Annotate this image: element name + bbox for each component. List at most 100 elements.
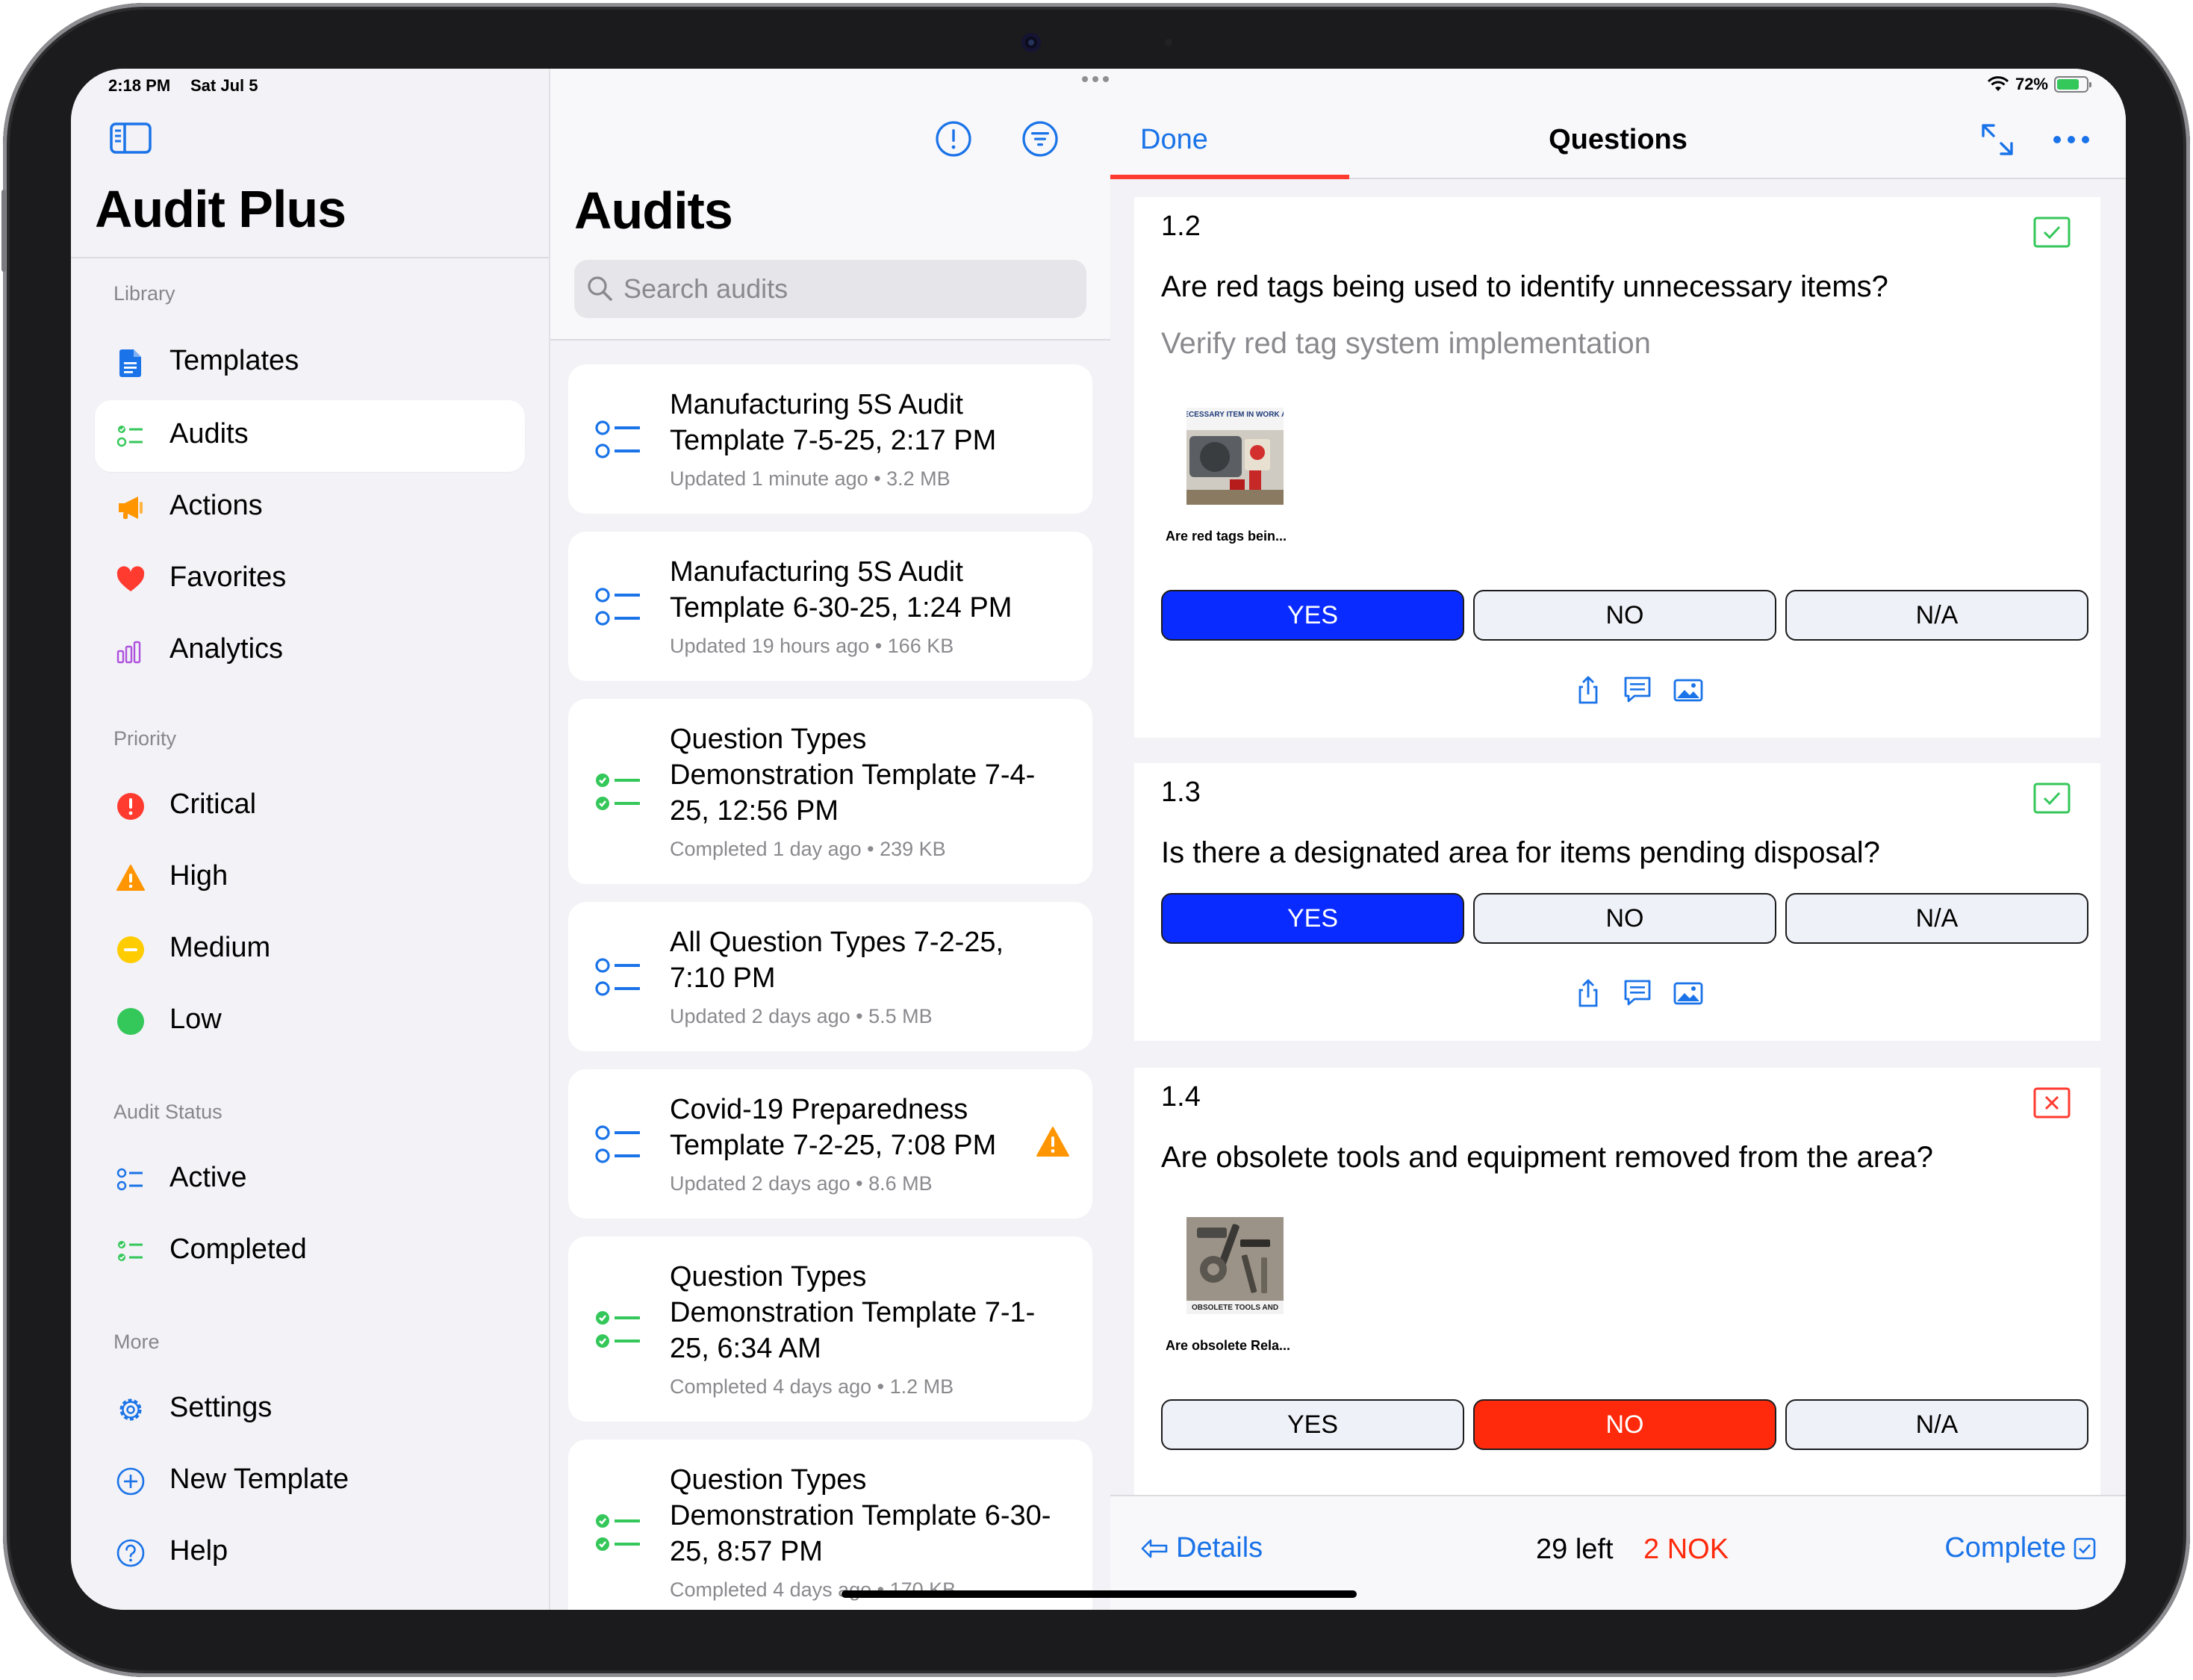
sidebar-item-critical[interactable]: Critical (95, 771, 525, 842)
sidebar-item-label: Settings (169, 1392, 273, 1423)
question-number: 1.3 (1161, 777, 1201, 808)
audit-card[interactable]: Manufacturing 5S Audit Template 7-5-25, … (568, 364, 1092, 514)
image-label: UNNECESSARY ITEM IN WORK AREA (1186, 411, 1284, 419)
sidebar-item-label: Completed (169, 1233, 307, 1265)
question-card: 1.4 Are obsolete tools and equipment rem… (1134, 1068, 2100, 1516)
share-icon[interactable] (1573, 978, 1603, 1008)
audit-card[interactable]: All Question Types 7-2-25, 7:10 PM Updat… (568, 902, 1092, 1051)
front-camera (1021, 33, 1041, 52)
sidebar-item-low[interactable]: Low (95, 986, 525, 1057)
sidebar-item-label: Low (169, 1004, 222, 1035)
sidebar-item-analytics[interactable]: Analytics (95, 615, 525, 687)
page-title: Questions (1549, 124, 1687, 155)
divider (550, 339, 1110, 340)
answer-yes-button[interactable]: YES (1161, 1399, 1464, 1450)
comment-icon[interactable] (1623, 675, 1652, 705)
audit-title: Question Types Demonstration Template 6-… (670, 1464, 1051, 1567)
audit-card[interactable]: Question Types Demonstration Template 6-… (568, 1440, 1092, 1610)
search-bar[interactable] (574, 260, 1086, 318)
sidebar-item-label: Critical (169, 788, 257, 820)
list-header: Audits (550, 69, 1146, 339)
sidebar-item-new-template[interactable]: New Template (95, 1446, 525, 1517)
circle-icon (117, 1008, 144, 1035)
audit-card[interactable]: Manufacturing 5S Audit Template 6-30-25,… (568, 532, 1092, 681)
home-indicator (842, 1590, 1357, 1598)
exclamation-circle-icon[interactable] (933, 118, 974, 160)
checklist-done-icon (596, 1311, 640, 1348)
sidebar-item-label: Actions (169, 490, 263, 521)
question-circle-icon (116, 1539, 145, 1567)
sidebar-item-high[interactable]: High (95, 842, 525, 914)
audit-card[interactable]: Question Types Demonstration Template 7-… (568, 1236, 1092, 1422)
answer-no-button[interactable]: NO (1473, 893, 1776, 944)
section-label-library: Library (113, 282, 175, 305)
answer-na-button[interactable]: N/A (1785, 590, 2088, 641)
sidebar-item-active[interactable]: Active (95, 1144, 525, 1216)
answer-no-button[interactable]: NO (1473, 1399, 1776, 1450)
answer-yes-button[interactable]: YES (1161, 893, 1464, 944)
sidebar-item-completed[interactable]: Completed (95, 1216, 525, 1287)
sidebar-toggle-icon[interactable] (110, 122, 152, 154)
search-input[interactable] (623, 260, 1071, 318)
sidebar-item-label: Active (169, 1162, 247, 1193)
sidebar-item-audits[interactable]: Audits (95, 400, 525, 472)
sidebar-item-settings[interactable]: Settings (95, 1374, 525, 1446)
audit-card[interactable]: Covid-19 Preparedness Template 7-2-25, 7… (568, 1069, 1092, 1219)
minus-circle-icon (117, 936, 144, 963)
search-icon (588, 276, 612, 301)
exclamation-circle-icon (117, 793, 144, 820)
more-icon[interactable] (2053, 134, 2090, 145)
filter-icon[interactable] (1019, 118, 1061, 160)
status-indicators: 72% (1987, 75, 2091, 94)
checklist-done-icon (596, 1514, 640, 1551)
progress-bar (1110, 175, 1349, 179)
sidebar-item-label: Help (169, 1535, 228, 1567)
sidebar-item-templates[interactable]: Templates (95, 327, 525, 399)
share-icon[interactable] (1573, 675, 1603, 705)
details-button[interactable]: Details (1140, 1532, 1263, 1564)
checkbox-icon (2074, 1537, 2096, 1559)
question-image[interactable]: UNNECESSARY ITEM IN WORK AREA (1186, 408, 1284, 505)
section-label-priority: Priority (113, 727, 177, 750)
gear-icon (119, 1399, 142, 1421)
question-text: Is there a designated area for items pen… (1161, 836, 1880, 869)
section-label-status: Audit Status (113, 1101, 223, 1123)
sidebar-item-label: New Template (169, 1463, 349, 1495)
expand-icon[interactable] (1979, 121, 2016, 158)
sidebar-item-actions[interactable]: Actions (95, 472, 525, 544)
status-date: Sat Jul 5 (190, 76, 258, 95)
audit-title: Manufacturing 5S Audit Template 7-5-25, … (670, 389, 997, 456)
photo-icon[interactable] (1673, 675, 1703, 705)
audit-title: All Question Types 7-2-25, 7:10 PM (670, 927, 1004, 994)
sidebar-item-medium[interactable]: Medium (95, 914, 525, 986)
question-card: 1.3 Is there a designated area for items… (1134, 763, 2100, 1041)
question-text: Are red tags being used to identify unne… (1161, 270, 1888, 303)
wifi-icon (1987, 76, 2009, 91)
sidebar-item-help[interactable]: Help (95, 1517, 525, 1589)
checklist-icon (595, 588, 640, 626)
question-image[interactable]: OBSOLETE TOOLS AND (1186, 1217, 1284, 1314)
image-label: OBSOLETE TOOLS AND (1192, 1304, 1278, 1312)
battery-icon (2054, 76, 2091, 93)
complete-button[interactable]: Complete (1944, 1532, 2096, 1564)
answer-na-button[interactable]: N/A (1785, 893, 2088, 944)
nok-count: 2 NOK (1643, 1534, 1729, 1565)
question-card: 1.2 Are red tags being used to identify … (1134, 197, 2100, 738)
audit-card[interactable]: Question Types Demonstration Template 7-… (568, 699, 1092, 884)
multitasking-handle[interactable] (1080, 75, 1110, 84)
detail-nav-bar: 72% Done Questions (1110, 69, 2126, 179)
app-title: Audit Plus (95, 180, 346, 238)
answer-no-button[interactable]: NO (1473, 590, 1776, 641)
checklist-icon (595, 958, 640, 996)
audit-subtitle: Updated 19 hours ago • 166 KB (670, 635, 954, 657)
complete-label: Complete (1944, 1532, 2066, 1564)
audits-list-pane: Audits Manufacturing 5S Audit Template 7… (549, 69, 1146, 1610)
answer-na-button[interactable]: N/A (1785, 1399, 2088, 1450)
photo-icon[interactable] (1673, 978, 1703, 1008)
sidebar-item-favorites[interactable]: Favorites (95, 544, 525, 615)
image-caption: Are obsolete Rela... (1166, 1338, 1291, 1353)
answer-yes-button[interactable]: YES (1161, 590, 1464, 641)
details-label: Details (1176, 1532, 1263, 1564)
comment-icon[interactable] (1623, 978, 1652, 1008)
audit-subtitle: Updated 2 days ago • 8.6 MB (670, 1172, 933, 1195)
